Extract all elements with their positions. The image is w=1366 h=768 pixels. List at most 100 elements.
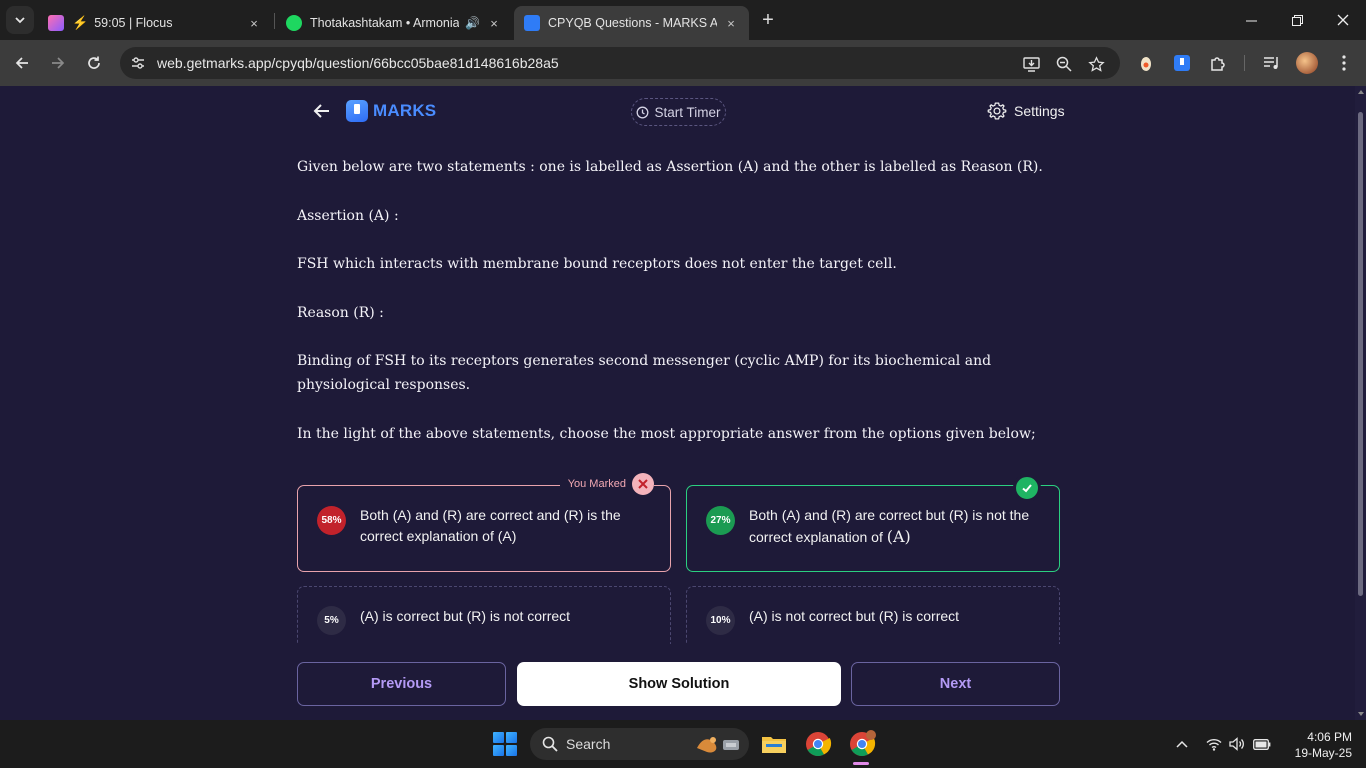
- puzzle-icon[interactable]: [1208, 53, 1228, 73]
- close-window-button[interactable]: [1320, 0, 1366, 40]
- taskbar-search[interactable]: Search: [530, 728, 749, 760]
- chrome-icon[interactable]: [804, 730, 832, 758]
- menu-icon[interactable]: [1334, 53, 1354, 73]
- assertion-text: FSH which interacts with membrane bound …: [297, 256, 897, 272]
- scrollbar-thumb[interactable]: [1358, 112, 1363, 596]
- minimize-icon: [1245, 20, 1257, 21]
- tab-flocus[interactable]: ⚡ 59:05 | Flocus ×: [38, 6, 272, 40]
- you-marked-label: You Marked: [567, 478, 626, 490]
- install-app-icon[interactable]: [1022, 55, 1040, 73]
- flocus-favicon-icon: [48, 15, 64, 31]
- option-percent-badge: 5%: [317, 606, 346, 635]
- app-header: MARKS Start Timer Settings: [0, 86, 1355, 136]
- show-solution-button[interactable]: Show Solution: [517, 662, 841, 706]
- bookmark-star-icon[interactable]: [1087, 55, 1105, 73]
- volume-icon[interactable]: [1228, 736, 1246, 752]
- browser-toolbar: web.getmarks.app/cpyqb/question/66bcc05b…: [0, 40, 1366, 86]
- tab-search-button[interactable]: [6, 6, 34, 34]
- arrow-left-icon: [15, 57, 28, 69]
- profile-avatar[interactable]: [1296, 52, 1318, 74]
- forward-button[interactable]: [46, 51, 70, 75]
- you-marked-tag: You Marked: [559, 473, 654, 495]
- reload-icon: [88, 56, 100, 69]
- option-b[interactable]: 27% Both (A) and (R) are correct but (R)…: [686, 474, 1060, 572]
- question-text: Given below are two statements : one is …: [297, 155, 1063, 470]
- marks-favicon-icon: [524, 15, 540, 31]
- file-explorer-icon[interactable]: [760, 730, 788, 758]
- settings-label: Settings: [1014, 103, 1065, 119]
- back-button[interactable]: [10, 51, 34, 75]
- extension-icon[interactable]: [1136, 53, 1156, 73]
- wifi-icon[interactable]: [1205, 736, 1223, 752]
- tab-marks[interactable]: CPYQB Questions - MARKS App ×: [514, 6, 749, 40]
- search-highlight-illustration-icon: [697, 737, 739, 753]
- search-label: Search: [566, 736, 611, 752]
- scroll-up-icon[interactable]: [1358, 90, 1364, 94]
- marks-logo[interactable]: MARKS: [346, 100, 436, 122]
- previous-button[interactable]: Previous: [297, 662, 506, 706]
- next-button[interactable]: Next: [851, 662, 1060, 706]
- start-timer-button[interactable]: Start Timer: [631, 98, 726, 126]
- option-text: Both (A) and (R) are correct but (R) is …: [749, 505, 1049, 548]
- option-text: (A) is correct but (R) is not correct: [360, 608, 571, 624]
- option-percent-badge: 58%: [317, 506, 346, 535]
- browser-tab-strip: ⚡ 59:05 | Flocus × Thotakashtakam • Armo…: [0, 0, 1366, 40]
- toolbar-separator: [1244, 55, 1245, 71]
- assertion-label: Assertion (A) :: [297, 207, 399, 224]
- clock-icon: [637, 106, 649, 118]
- correct-check-icon: [1013, 474, 1041, 502]
- system-clock[interactable]: 4:06 PM 19-May-25: [1280, 729, 1352, 761]
- close-tab-icon[interactable]: ×: [723, 15, 739, 31]
- media-controls-icon[interactable]: [1262, 53, 1282, 73]
- wrong-x-icon: [632, 473, 654, 495]
- reload-button[interactable]: [82, 51, 106, 75]
- battery-icon[interactable]: [1253, 736, 1271, 752]
- site-settings-icon[interactable]: [130, 55, 146, 71]
- reason-label: Reason (R) :: [297, 304, 384, 321]
- page-content: MARKS Start Timer Settings Given below a…: [0, 86, 1355, 720]
- windows-start-icon[interactable]: [493, 732, 517, 756]
- taskbar: Search 4:06 PM 19-May-25: [0, 720, 1366, 768]
- tab-spotify[interactable]: Thotakashtakam • Armonian 🔊 ×: [276, 6, 512, 40]
- marks-extension-icon[interactable]: [1172, 53, 1192, 73]
- spotify-favicon-icon: [286, 15, 302, 31]
- option-percent-badge: 27%: [706, 506, 735, 535]
- close-icon: [1337, 14, 1349, 26]
- option-percent-badge: 10%: [706, 606, 735, 635]
- clock-time: 4:06 PM: [1307, 730, 1352, 744]
- chrome-profile-icon[interactable]: [848, 730, 876, 758]
- tab-separator: [274, 13, 275, 29]
- settings-button[interactable]: Settings: [987, 101, 1065, 121]
- url-text: web.getmarks.app/cpyqb/question/66bcc05b…: [157, 55, 559, 71]
- bolt-icon: ⚡: [72, 15, 89, 30]
- close-tab-icon[interactable]: ×: [486, 15, 502, 31]
- scroll-down-icon[interactable]: [1358, 712, 1364, 716]
- timer-label: Start Timer: [654, 104, 721, 120]
- zoom-icon[interactable]: [1055, 55, 1073, 73]
- tab-title: Thotakashtakam • Armonian: [310, 16, 460, 30]
- minimize-button[interactable]: [1228, 0, 1274, 40]
- option-a[interactable]: You Marked 58% Both (A) and (R) are corr…: [297, 473, 671, 572]
- speaker-icon[interactable]: 🔊: [465, 16, 480, 30]
- clock-date: 19-May-25: [1294, 746, 1352, 760]
- option-text-math: (A): [886, 527, 911, 546]
- new-tab-button[interactable]: +: [757, 9, 779, 31]
- back-arrow-icon[interactable]: [311, 100, 333, 122]
- arrow-right-icon: [52, 57, 65, 69]
- tab-title: CPYQB Questions - MARKS App: [548, 16, 717, 30]
- question-intro: Given below are two statements : one is …: [297, 159, 1043, 175]
- restore-button[interactable]: [1274, 0, 1320, 40]
- tab-title: 59:05 | Flocus: [94, 16, 173, 30]
- restore-icon: [1291, 14, 1303, 26]
- option-text: (A) is not correct but (R) is correct: [749, 608, 960, 624]
- search-icon: [542, 736, 558, 752]
- address-bar[interactable]: web.getmarks.app/cpyqb/question/66bcc05b…: [120, 47, 1120, 79]
- page-scrollbar[interactable]: [1355, 86, 1366, 720]
- marks-logo-icon: [346, 100, 368, 122]
- option-text: Both (A) and (R) are correct and (R) is …: [360, 507, 621, 544]
- close-tab-icon[interactable]: ×: [246, 15, 262, 31]
- tray-overflow-icon[interactable]: [1173, 736, 1191, 752]
- active-app-indicator: [853, 762, 869, 765]
- chevron-down-icon: [15, 17, 25, 24]
- reason-text: Binding of FSH to its receptors generate…: [297, 353, 992, 393]
